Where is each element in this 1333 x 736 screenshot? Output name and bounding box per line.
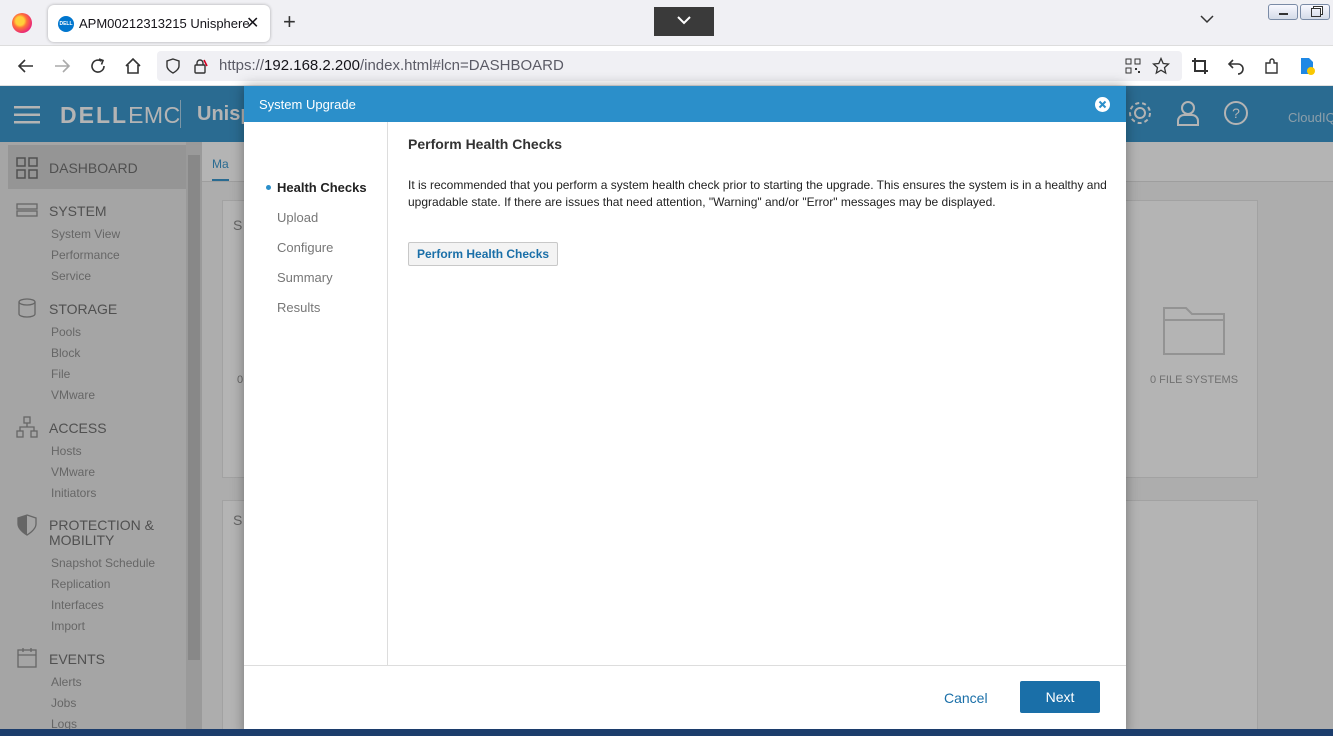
back-button[interactable] xyxy=(15,55,37,77)
undo-icon xyxy=(1227,59,1244,75)
extension-button[interactable] xyxy=(1296,55,1318,77)
step-description: It is recommended that you perform a sys… xyxy=(408,178,1107,209)
perform-health-checks-button[interactable]: Perform Health Checks xyxy=(408,242,559,266)
extensions-button[interactable] xyxy=(1261,55,1283,77)
dialog-header: System Upgrade xyxy=(244,86,1126,122)
browser-nav-bar: https://192.168.2.200/index.html#lcn=DAS… xyxy=(0,46,1333,86)
active-step-bullet-icon xyxy=(266,185,271,190)
forward-button[interactable] xyxy=(51,55,73,77)
cancel-button[interactable]: Cancel xyxy=(944,690,988,706)
tab-close-icon[interactable]: ✕ xyxy=(246,13,259,33)
firefox-logo-icon xyxy=(12,13,32,33)
home-button[interactable] xyxy=(122,55,144,77)
os-taskbar xyxy=(0,729,1333,736)
arrow-left-icon xyxy=(17,59,33,73)
tracking-shield-icon[interactable] xyxy=(165,58,181,74)
close-icon[interactable] xyxy=(1094,96,1111,113)
step-summary[interactable]: Summary xyxy=(277,270,333,285)
browser-tab[interactable]: DELL APM00212313215 Unisphere ✕ xyxy=(48,5,270,42)
step-health-checks[interactable]: Health Checks xyxy=(277,180,367,195)
step-upload[interactable]: Upload xyxy=(277,210,318,225)
window-restore-button[interactable] xyxy=(1300,4,1330,20)
crop-icon xyxy=(1192,58,1208,74)
star-icon xyxy=(1152,57,1170,75)
document-extension-icon xyxy=(1301,58,1315,75)
url-path: /index.html#lcn=DASHBOARD xyxy=(359,57,564,74)
home-icon xyxy=(125,57,141,74)
arrow-right-icon xyxy=(55,59,71,73)
url-scheme: https:// xyxy=(219,57,265,74)
undo-button[interactable] xyxy=(1225,55,1247,77)
url-text: https://192.168.2.200/index.html#lcn=DAS… xyxy=(219,57,564,74)
lock-warning-icon[interactable] xyxy=(192,58,208,74)
dialog-footer: Cancel Next xyxy=(244,665,1126,736)
browser-tab-bar: DELL APM00212313215 Unisphere ✕ + xyxy=(0,0,1333,46)
dialog-title: System Upgrade xyxy=(259,97,356,112)
wizard-steps: Health Checks Upload Configure Summary R… xyxy=(244,122,388,665)
url-host: 192.168.2.200 xyxy=(264,57,360,74)
reload-icon xyxy=(91,58,105,73)
dell-favicon-icon: DELL xyxy=(58,16,74,32)
qr-code-button[interactable] xyxy=(1122,55,1144,77)
window-minimize-button[interactable] xyxy=(1268,4,1298,20)
puzzle-icon xyxy=(1265,58,1278,74)
qr-code-icon xyxy=(1125,58,1141,74)
tab-list-button[interactable] xyxy=(654,7,714,36)
chevron-down-icon xyxy=(677,16,691,25)
system-upgrade-dialog: System Upgrade Health Checks Upload Conf… xyxy=(244,86,1126,736)
tab-title: APM00212313215 Unisphere xyxy=(79,16,250,31)
screenshot-button[interactable] xyxy=(1189,55,1211,77)
list-all-tabs-icon[interactable] xyxy=(1199,14,1215,24)
new-tab-button[interactable]: + xyxy=(283,10,296,34)
reload-button[interactable] xyxy=(87,55,109,77)
step-results[interactable]: Results xyxy=(277,300,320,315)
bookmark-star-button[interactable] xyxy=(1150,55,1172,77)
step-heading: Perform Health Checks xyxy=(408,136,563,152)
url-bar[interactable]: https://192.168.2.200/index.html#lcn=DAS… xyxy=(157,51,1182,81)
next-button[interactable]: Next xyxy=(1020,681,1100,713)
step-configure[interactable]: Configure xyxy=(277,240,333,255)
